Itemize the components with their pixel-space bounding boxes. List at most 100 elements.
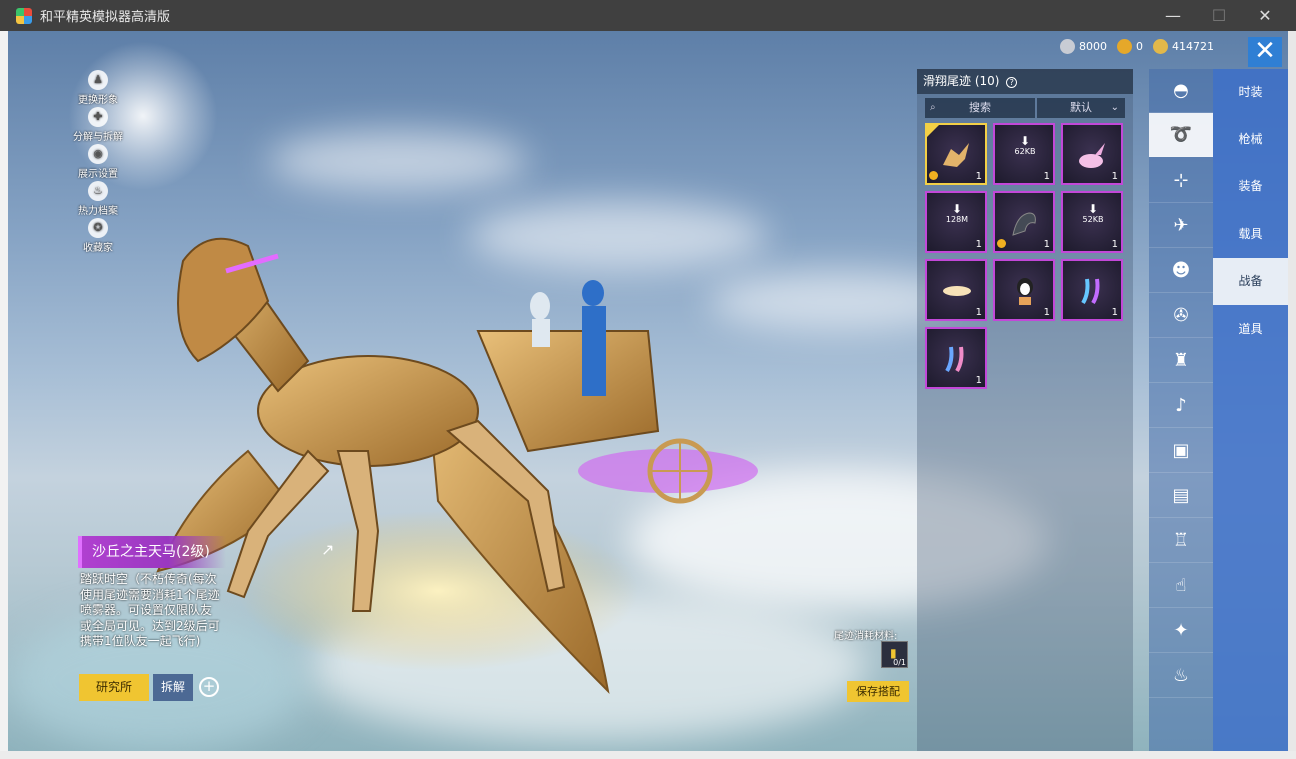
download-size: 52KB bbox=[1082, 215, 1104, 224]
category-airplane[interactable]: ✈ bbox=[1149, 204, 1213, 248]
item-quantity: 1 bbox=[1111, 307, 1118, 318]
menu-label: 分解与拆解 bbox=[73, 132, 123, 143]
minimize-button[interactable]: — bbox=[1150, 0, 1196, 31]
search-row: ⌕ 搜索 默认 ⌄ bbox=[925, 98, 1125, 118]
selected-check-icon bbox=[925, 123, 941, 139]
tab-fashion[interactable]: 时装 bbox=[1213, 69, 1288, 116]
category-hand-tap[interactable]: ☝ bbox=[1149, 564, 1213, 608]
currency-value: 8000 bbox=[1079, 40, 1107, 53]
currency-value: 0 bbox=[1136, 40, 1143, 53]
category-spray[interactable]: ♖ bbox=[1149, 519, 1213, 563]
download-size: 62KB bbox=[1014, 147, 1036, 156]
item-quantity: 1 bbox=[1111, 239, 1118, 250]
tab-combat-prep[interactable]: 战备 bbox=[1213, 258, 1288, 305]
trail-item-rainbow[interactable]: 1 bbox=[1061, 259, 1123, 321]
penguin-thumbnail bbox=[1017, 278, 1033, 305]
item-quantity: 1 bbox=[975, 239, 982, 250]
panel-header: 滑翔尾迹 (10) ? bbox=[917, 69, 1133, 94]
spray-canister-icon[interactable]: ▮ 0/1 bbox=[881, 641, 908, 668]
trail-item-meteor[interactable]: 1 bbox=[925, 259, 987, 321]
category-drone[interactable]: ⊹ bbox=[1149, 159, 1213, 203]
coin-badge-icon bbox=[929, 171, 938, 180]
tab-equipment[interactable]: 装备 bbox=[1213, 163, 1288, 210]
gear-icon: ✚ bbox=[88, 107, 108, 127]
person-icon: ♟ bbox=[88, 70, 108, 90]
help-icon[interactable]: ? bbox=[1006, 77, 1018, 88]
window-title: 和平精英模拟器高清版 bbox=[40, 10, 171, 25]
bottom-frame bbox=[0, 751, 1296, 759]
trail-item-flower[interactable]: 1 bbox=[1061, 123, 1123, 185]
medal-icon: ✪ bbox=[88, 218, 108, 238]
right-frame bbox=[1288, 31, 1296, 759]
item-name: 沙丘之主天马(2级) bbox=[78, 536, 226, 568]
research-button[interactable]: 研究所 bbox=[79, 674, 149, 701]
menu-label: 更换形象 bbox=[78, 95, 118, 106]
add-icon[interactable]: + bbox=[199, 677, 219, 697]
chicken-icon: ♨ bbox=[1172, 665, 1190, 686]
panel-title: 滑翔尾迹 (10) bbox=[923, 74, 1000, 88]
rider-blue-body bbox=[582, 306, 606, 396]
close-icon[interactable]: ✕ bbox=[1248, 37, 1282, 67]
dismantle-button[interactable]: 拆解 bbox=[153, 674, 193, 701]
category-photo-frame[interactable]: ▤ bbox=[1149, 474, 1213, 518]
tab-weapons[interactable]: 枪械 bbox=[1213, 116, 1288, 163]
search-input[interactable]: ⌕ 搜索 bbox=[925, 98, 1035, 118]
category-pet[interactable]: ▣ bbox=[1149, 429, 1213, 473]
airplane-icon: ✈ bbox=[1173, 215, 1189, 236]
item-quantity: 1 bbox=[1111, 171, 1118, 182]
menu-heat-archive[interactable]: ♨ 热力档案 bbox=[72, 181, 124, 217]
trail-item-download[interactable]: ⬇ 52KB 1 bbox=[1061, 191, 1123, 253]
trail-item-download[interactable]: ⬇ 62KB 1 bbox=[993, 123, 1055, 185]
download-icon: ⬇ bbox=[1019, 134, 1031, 148]
menu-dismantle[interactable]: ✚ 分解与拆解 bbox=[72, 107, 124, 143]
search-placeholder: 搜索 bbox=[969, 101, 991, 114]
download-icon: ⬇ bbox=[1087, 202, 1099, 216]
speaker-icon: ♪ bbox=[1175, 395, 1187, 416]
chevron-down-icon: ⌄ bbox=[1110, 102, 1119, 113]
save-outfit-button[interactable]: 保存搭配 bbox=[847, 681, 909, 702]
sort-dropdown[interactable]: 默认 ⌄ bbox=[1037, 98, 1125, 118]
trail-item-download[interactable]: ⬇ 128M 1 bbox=[925, 191, 987, 253]
meteor-thumbnail bbox=[943, 286, 971, 296]
tab-props[interactable]: 道具 bbox=[1213, 306, 1288, 353]
currency-value: 414721 bbox=[1172, 40, 1214, 53]
eye-icon: ◉ bbox=[88, 144, 108, 164]
tab-vehicles[interactable]: 载具 bbox=[1213, 211, 1288, 258]
pet-icon: ▣ bbox=[1172, 440, 1190, 461]
category-backpack[interactable]: ♜ bbox=[1149, 339, 1213, 383]
item-description: 踏跃时空（不朽传奇(每次使用尾迹需要消耗1个尾迹喷雾器。可设置仅限队友或全局可见… bbox=[80, 572, 220, 648]
category-emote[interactable]: ☻ bbox=[1149, 249, 1213, 293]
diamond-coin-icon bbox=[1153, 39, 1168, 54]
menu-collector[interactable]: ✪ 收藏家 bbox=[72, 218, 124, 254]
hand-tap-icon: ☝ bbox=[1175, 575, 1187, 596]
item-quantity: 1 bbox=[1043, 307, 1050, 318]
category-glider-trail[interactable]: ➰ bbox=[1149, 113, 1213, 157]
menu-label: 收藏家 bbox=[83, 243, 113, 254]
share-icon[interactable]: ↗ bbox=[321, 540, 341, 560]
trail-item-blue[interactable]: 1 bbox=[925, 327, 987, 389]
close-window-button[interactable]: ✕ bbox=[1242, 0, 1288, 31]
material-label: 尾迹消耗材料: bbox=[834, 631, 898, 642]
menu-change-appearance[interactable]: ♟ 更换形象 bbox=[72, 70, 124, 106]
menu-label: 热力档案 bbox=[78, 206, 118, 217]
trail-item-dragon[interactable]: 1 bbox=[993, 191, 1055, 253]
download-indicator: ⬇ 52KB bbox=[1079, 203, 1107, 224]
blue-trail-thumbnail bbox=[945, 346, 964, 373]
item-quantity: 1 bbox=[1043, 171, 1050, 182]
category-wand[interactable]: ✦ bbox=[1149, 609, 1213, 653]
item-quantity: 1 bbox=[1043, 239, 1050, 250]
category-helmet[interactable]: ◓ bbox=[1149, 69, 1213, 113]
glider-trail-panel: 滑翔尾迹 (10) ? ⌕ 搜索 默认 ⌄ 1 ⬇ 62KB 1 1 ⬇ 128… bbox=[917, 69, 1133, 751]
rider-ghost bbox=[530, 292, 550, 320]
category-speaker[interactable]: ♪ bbox=[1149, 384, 1213, 428]
maximize-button[interactable]: ☐ bbox=[1196, 0, 1242, 31]
trail-item-penguin[interactable]: 1 bbox=[993, 259, 1055, 321]
rider-ghost-body bbox=[532, 319, 550, 347]
menu-display-settings[interactable]: ◉ 展示设置 bbox=[72, 144, 124, 180]
rider-blue bbox=[582, 280, 604, 306]
currency-silver: 8000 bbox=[1060, 39, 1107, 54]
coin-badge-icon bbox=[997, 239, 1006, 248]
category-chicken[interactable]: ♨ bbox=[1149, 654, 1213, 698]
trail-item-pegasus[interactable]: 1 bbox=[925, 123, 987, 185]
category-parachute[interactable]: ✇ bbox=[1149, 294, 1213, 338]
